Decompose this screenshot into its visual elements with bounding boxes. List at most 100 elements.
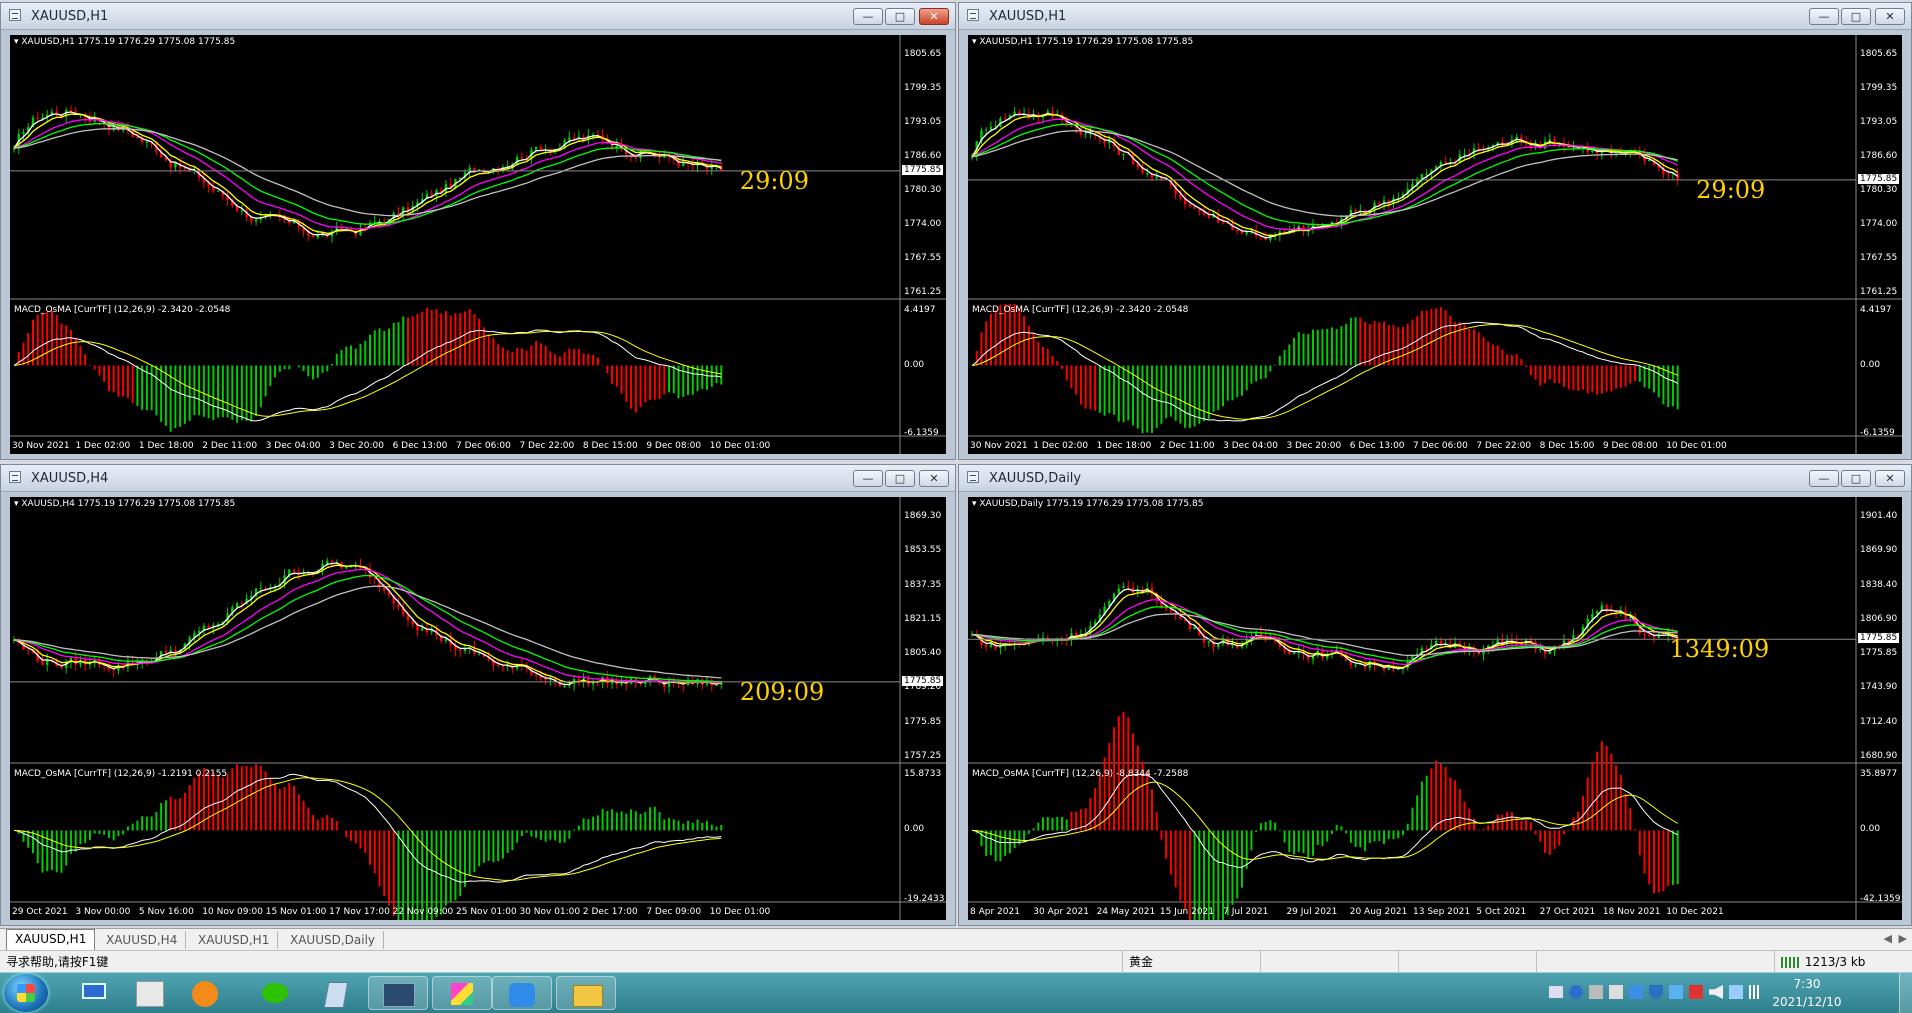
- candle-body: [136, 136, 139, 139]
- terminal-icon: [383, 983, 415, 1007]
- time-axis-label: 7 Dec 06:00: [456, 441, 511, 451]
- chart-window-1[interactable]: XAUUSD,H1 — □ ✕ ▾ XAUUSD,H1 1775.19 1776…: [0, 2, 956, 460]
- taskbar-explorer[interactable]: [556, 976, 616, 1010]
- price-chart[interactable]: ▾ XAUUSD,Daily 1775.19 1776.29 1775.08 1…: [968, 497, 1902, 920]
- clock-date[interactable]: 2021/12/10: [1771, 995, 1843, 1009]
- indicator-axis-zero: 0.00: [904, 824, 925, 835]
- taskbar-control-panel[interactable]: [120, 976, 180, 1010]
- start-button[interactable]: [4, 974, 48, 1012]
- window-titlebar[interactable]: XAUUSD,Daily — □ ✕: [959, 465, 1911, 492]
- candle-body: [496, 664, 500, 666]
- time-axis-label: 25 Nov 01:00: [456, 907, 517, 917]
- window-titlebar[interactable]: XAUUSD,H1 — □ ✕: [959, 3, 1911, 30]
- tab-xauusd-h1-2[interactable]: XAUUSD,H1: [190, 931, 279, 949]
- price-axis-label: 1780.30: [1860, 185, 1898, 195]
- time-axis-label: 7 Dec 09:00: [646, 907, 702, 917]
- chart-window-icon: [9, 471, 21, 483]
- minimize-button[interactable]: —: [1809, 8, 1839, 25]
- chart-canvas: [968, 497, 1902, 920]
- folder-icon: [573, 985, 603, 1007]
- close-button[interactable]: ✕: [919, 8, 949, 25]
- taskbar-paint[interactable]: [432, 976, 492, 1010]
- tab-scroll-left-icon[interactable]: ◀: [1884, 932, 1892, 945]
- moving-average-line: [971, 123, 1678, 226]
- tab-xauusd-h1[interactable]: XAUUSD,H1: [6, 929, 96, 950]
- taskbar-trading-terminal[interactable]: [368, 976, 428, 1010]
- candle-body: [1354, 664, 1357, 666]
- candle-body: [1605, 605, 1608, 611]
- price-axis-label: 1853.55: [904, 545, 942, 556]
- window-titlebar[interactable]: XAUUSD,H4 — □ ✕: [1, 465, 955, 492]
- volume-icon[interactable]: [1709, 985, 1723, 999]
- chart-window-3[interactable]: XAUUSD,H4 — □ ✕ ▾ XAUUSD,H4 1775.19 1776…: [0, 464, 956, 926]
- maximize-button[interactable]: □: [885, 8, 915, 25]
- price-axis-label: 1775.85: [1860, 648, 1898, 659]
- price-axis-label: 1805.65: [1860, 49, 1898, 59]
- show-desktop-button[interactable]: [1899, 973, 1912, 1013]
- tray-icon-5[interactable]: [1629, 985, 1643, 999]
- tray-icon-8[interactable]: [1689, 985, 1703, 999]
- minimize-button[interactable]: —: [1809, 470, 1839, 487]
- price-axis-label: 1799.35: [904, 83, 942, 93]
- status-empty-1: [1260, 951, 1397, 973]
- chart-window-icon: [967, 9, 979, 21]
- tab-xauusd-daily[interactable]: XAUUSD,Daily: [282, 931, 385, 949]
- candle-body: [1221, 222, 1225, 224]
- candle-body: [311, 235, 315, 238]
- shield-icon[interactable]: [1649, 985, 1663, 999]
- chart-header: ▾ XAUUSD,H4 1775.19 1776.29 1775.08 1775…: [14, 499, 236, 509]
- candle-body: [682, 162, 685, 167]
- tray-icon-4[interactable]: [1609, 985, 1623, 999]
- close-button[interactable]: ✕: [1875, 470, 1905, 487]
- price-chart[interactable]: ▾ XAUUSD,H1 1775.19 1776.29 1775.08 1775…: [10, 35, 946, 454]
- price-chart[interactable]: ▾ XAUUSD,H1 1775.19 1776.29 1775.08 1775…: [968, 35, 1902, 454]
- taskbar-desktop[interactable]: [64, 976, 124, 1010]
- candle-body: [1425, 648, 1428, 650]
- window-titlebar[interactable]: XAUUSD,H1 — □ ✕: [1, 3, 955, 30]
- candle-body: [1193, 626, 1196, 630]
- time-axis-label: 30 Nov 2021: [12, 441, 70, 451]
- minimize-button[interactable]: —: [853, 470, 883, 487]
- taskbar-browser[interactable]: [176, 976, 236, 1010]
- candle-body: [1378, 203, 1381, 205]
- time-axis-label: 17 Nov 17:00: [329, 907, 390, 917]
- time-axis-label: 3 Nov 00:00: [75, 907, 131, 917]
- time-axis-label: 29 Oct 2021: [12, 907, 68, 917]
- price-axis-label: 1837.35: [904, 579, 942, 590]
- candle-body: [316, 235, 319, 238]
- tray-icon-10[interactable]: [1729, 985, 1743, 999]
- current-price-label: 1775.85: [902, 164, 944, 175]
- tab-scroll-right-icon[interactable]: ▶: [1899, 932, 1907, 945]
- maximize-button[interactable]: □: [1841, 470, 1871, 487]
- maximize-button[interactable]: □: [885, 470, 915, 487]
- tray-icon-7[interactable]: [1669, 985, 1683, 999]
- time-axis-label: 15 Nov 01:00: [265, 907, 327, 917]
- taskbar-wechat[interactable]: [246, 976, 306, 1010]
- maximize-button[interactable]: □: [1841, 8, 1871, 25]
- candle-body: [27, 649, 30, 651]
- tray-icon-1[interactable]: [1549, 986, 1563, 998]
- price-axis-label: 1774.00: [904, 219, 942, 229]
- candle-body: [1397, 668, 1400, 670]
- taskbar-messenger[interactable]: [492, 976, 552, 1010]
- time-axis-label: 3 Dec 20:00: [1286, 441, 1342, 451]
- close-button[interactable]: ✕: [919, 470, 949, 487]
- taskbar-notepad[interactable]: [306, 976, 366, 1010]
- tray-icon-3[interactable]: [1589, 985, 1603, 999]
- price-axis-label: 1786.60: [1860, 151, 1898, 161]
- status-empty-3: [1536, 951, 1673, 973]
- chart-window-2[interactable]: XAUUSD,H1 — □ ✕ ▾ XAUUSD,H1 1775.19 1776…: [958, 2, 1912, 460]
- time-axis-label: 1 Dec 02:00: [1033, 441, 1089, 451]
- help-icon[interactable]: [1569, 985, 1583, 999]
- tab-xauusd-h4[interactable]: XAUUSD,H4: [98, 931, 187, 949]
- price-chart[interactable]: ▾ XAUUSD,H4 1775.19 1776.29 1775.08 1775…: [10, 497, 946, 920]
- minimize-button[interactable]: —: [853, 8, 883, 25]
- close-button[interactable]: ✕: [1875, 8, 1905, 25]
- time-axis-label: 20 Aug 2021: [1349, 907, 1408, 917]
- candle-body: [1217, 644, 1220, 648]
- network-icon[interactable]: [1749, 985, 1763, 999]
- chart-window-4[interactable]: XAUUSD,Daily — □ ✕ ▾ XAUUSD,Daily 1775.1…: [958, 464, 1912, 926]
- price-axis-label: 1761.25: [904, 287, 942, 297]
- clock-time[interactable]: 7:30: [1775, 977, 1839, 991]
- chart-header: ▾ XAUUSD,H1 1775.19 1776.29 1775.08 1775…: [14, 37, 236, 47]
